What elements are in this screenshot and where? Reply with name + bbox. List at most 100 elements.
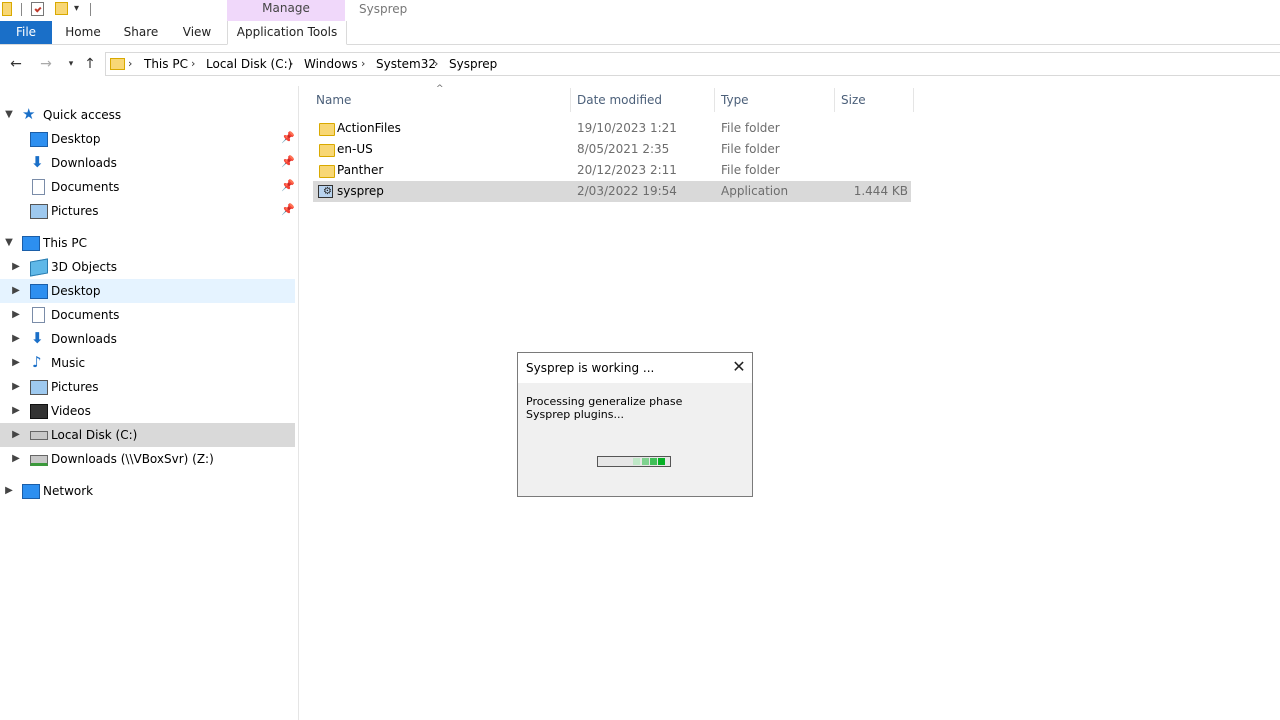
column-divider[interactable] xyxy=(913,88,914,112)
breadcrumb-this-pc[interactable]: This PC xyxy=(144,57,188,71)
nav-quick-documents[interactable]: Documents 📌 xyxy=(0,175,295,199)
up-arrow-icon[interactable]: ↑ xyxy=(81,55,99,73)
folder-icon[interactable] xyxy=(2,2,12,16)
folder-icon xyxy=(319,144,335,157)
file-date: 8/05/2021 2:35 xyxy=(577,142,670,156)
chevron-right-icon[interactable]: ▶ xyxy=(9,447,23,471)
nav-label: Downloads xyxy=(51,156,117,170)
chevron-right-icon[interactable]: ▶ xyxy=(2,479,16,503)
breadcrumb-sysprep[interactable]: Sysprep xyxy=(449,57,497,71)
chevron-right-icon[interactable]: › xyxy=(128,57,132,70)
nav-label: Quick access xyxy=(43,108,122,122)
download-arrow-icon: ⬇ xyxy=(31,153,44,171)
chevron-right-icon[interactable]: ▶ xyxy=(9,423,23,447)
nav-label: Documents xyxy=(51,308,120,322)
customize-quick-access-icon[interactable]: ▾ xyxy=(74,3,79,14)
computer-icon xyxy=(22,236,40,251)
nav-downloads[interactable]: ▶ ⬇ Downloads xyxy=(0,327,295,351)
chevron-right-icon[interactable]: ▶ xyxy=(9,255,23,279)
toolbar-divider xyxy=(90,3,91,16)
desktop-icon xyxy=(30,132,48,147)
nav-label: This PC xyxy=(43,236,87,250)
table-row[interactable]: ⚙ sysprep 2/03/2022 19:54 Application 1.… xyxy=(313,181,911,202)
tab-home[interactable]: Home xyxy=(57,21,109,44)
nav-music[interactable]: ▶ ♪ Music xyxy=(0,351,295,375)
table-row[interactable]: Panther 20/12/2023 2:11 File folder xyxy=(313,160,911,181)
network-icon xyxy=(22,484,40,499)
breadcrumb-system32[interactable]: System32 xyxy=(376,57,436,71)
file-type: File folder xyxy=(721,142,780,156)
nav-quick-desktop[interactable]: Desktop 📌 xyxy=(0,127,295,151)
recent-locations-icon[interactable]: ▾ xyxy=(62,55,80,73)
chevron-right-icon[interactable]: › xyxy=(191,57,195,70)
nav-label: Documents xyxy=(51,180,120,194)
nav-network[interactable]: ▶ Network xyxy=(0,479,295,503)
chevron-right-icon[interactable]: ▶ xyxy=(9,375,23,399)
pin-icon[interactable]: 📌 xyxy=(281,131,295,144)
drive-icon xyxy=(30,431,48,440)
film-icon xyxy=(30,404,48,419)
nav-label: Desktop xyxy=(51,132,101,146)
properties-icon[interactable] xyxy=(31,2,44,16)
title-bar xyxy=(0,0,1280,21)
nav-label: Videos xyxy=(51,404,91,418)
nav-3d-objects[interactable]: ▶ 3D Objects xyxy=(0,255,295,279)
table-row[interactable]: en-US 8/05/2021 2:35 File folder xyxy=(313,139,911,160)
back-arrow-icon[interactable]: ← xyxy=(7,55,25,73)
chevron-right-icon[interactable]: ▶ xyxy=(9,399,23,423)
column-header-size[interactable]: Size xyxy=(841,90,866,110)
chevron-right-icon[interactable]: ▶ xyxy=(9,327,23,351)
table-row[interactable]: ActionFiles 19/10/2023 1:21 File folder xyxy=(313,118,911,139)
file-date: 20/12/2023 2:11 xyxy=(577,163,677,177)
nav-network-drive-z[interactable]: ▶ Downloads (\\VBoxSvr) (Z:) xyxy=(0,447,295,471)
chevron-down-icon[interactable]: ▼ xyxy=(2,103,16,127)
nav-label: Network xyxy=(43,484,94,498)
application-icon: ⚙ xyxy=(317,183,333,199)
chevron-right-icon[interactable]: ▶ xyxy=(9,279,23,303)
column-divider[interactable] xyxy=(714,88,715,112)
tab-application-tools[interactable]: Application Tools xyxy=(227,21,347,45)
nav-label: Local Disk (C:) xyxy=(51,428,138,442)
chevron-right-icon[interactable]: ▶ xyxy=(9,303,23,327)
nav-quick-access[interactable]: ▼ ★ Quick access xyxy=(0,103,295,127)
breadcrumb-local-disk[interactable]: Local Disk (C:) xyxy=(206,57,292,71)
file-name: ActionFiles xyxy=(337,121,401,135)
column-divider[interactable] xyxy=(570,88,571,112)
progress-bar xyxy=(597,456,671,467)
column-divider[interactable] xyxy=(834,88,835,112)
nav-videos[interactable]: ▶ Videos xyxy=(0,399,295,423)
nav-quick-pictures[interactable]: Pictures 📌 xyxy=(0,199,295,223)
nav-label: Desktop xyxy=(51,284,101,298)
pictures-icon xyxy=(30,380,48,395)
chevron-right-icon[interactable]: › xyxy=(361,57,365,70)
nav-this-pc[interactable]: ▼ This PC xyxy=(0,231,295,255)
new-folder-icon[interactable] xyxy=(55,2,68,15)
pin-icon[interactable]: 📌 xyxy=(281,155,295,168)
nav-pictures[interactable]: ▶ Pictures xyxy=(0,375,295,399)
chevron-right-icon[interactable]: › xyxy=(289,57,293,70)
chevron-right-icon[interactable]: › xyxy=(434,57,438,70)
breadcrumb-windows[interactable]: Windows xyxy=(304,57,358,71)
chevron-down-icon[interactable]: ▼ xyxy=(2,231,16,255)
nav-label: Music xyxy=(51,356,86,370)
pin-icon[interactable]: 📌 xyxy=(281,179,295,192)
network-drive-icon xyxy=(30,455,48,466)
file-type: File folder xyxy=(721,121,780,135)
desktop-icon xyxy=(30,284,48,299)
tab-file[interactable]: File xyxy=(0,21,52,44)
forward-arrow-icon[interactable]: → xyxy=(37,55,55,73)
column-header-name[interactable]: Name xyxy=(316,90,351,110)
close-icon[interactable]: ✕ xyxy=(730,357,748,377)
column-header-date-modified[interactable]: Date modified xyxy=(577,90,662,110)
nav-local-disk[interactable]: ▶ Local Disk (C:) xyxy=(0,423,295,447)
tab-share[interactable]: Share xyxy=(115,21,167,44)
column-header-type[interactable]: Type xyxy=(721,90,749,110)
nav-desktop[interactable]: ▶ Desktop xyxy=(0,279,295,303)
nav-quick-downloads[interactable]: ⬇ Downloads 📌 xyxy=(0,151,295,175)
nav-documents[interactable]: ▶ Documents xyxy=(0,303,295,327)
star-icon: ★ xyxy=(22,105,36,123)
pin-icon[interactable]: 📌 xyxy=(281,203,295,216)
file-name: en-US xyxy=(337,142,373,156)
tab-view[interactable]: View xyxy=(171,21,223,44)
chevron-right-icon[interactable]: ▶ xyxy=(9,351,23,375)
